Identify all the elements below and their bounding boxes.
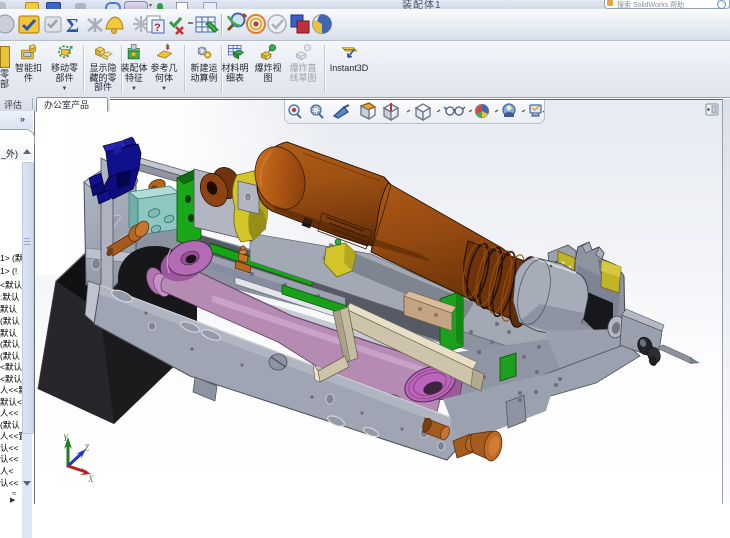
svg-text:Z: Z	[84, 443, 90, 453]
svg-text:?: ?	[154, 22, 161, 34]
svg-text:Σ: Σ	[66, 15, 79, 37]
svg-text:X: X	[87, 474, 94, 484]
